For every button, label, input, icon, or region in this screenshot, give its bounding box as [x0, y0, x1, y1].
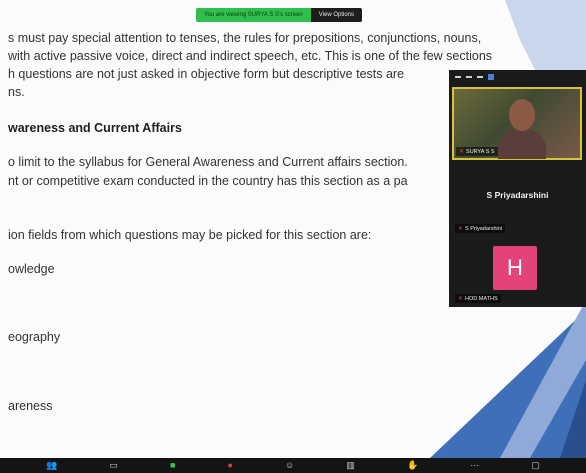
- view-options-button[interactable]: View Options: [310, 8, 363, 22]
- leave-icon[interactable]: ▢: [531, 458, 540, 473]
- meeting-toolbar: 👥 ▭ ■ ● ☺ ▥ ✋ ⋯ ▢: [0, 458, 586, 473]
- chat-icon[interactable]: ▭: [109, 458, 118, 473]
- video-tile-label: ✕ SURYA S S: [456, 147, 498, 156]
- list-item: owledge: [8, 262, 55, 276]
- share-screen-icon[interactable]: ■: [170, 458, 175, 473]
- raise-hand-icon[interactable]: ✋: [407, 458, 418, 473]
- screen-share-banner: You are viewing SURYA S S's screen View …: [196, 8, 363, 22]
- screen-share-message: You are viewing SURYA S S's screen: [196, 8, 311, 22]
- participant-small-label: ✕ S Priyadarshini: [455, 224, 506, 233]
- gallery-view-icon[interactable]: [488, 74, 494, 80]
- document-line: s must pay special attention to tenses, …: [8, 31, 482, 45]
- participant-panel: ✕ SURYA S S S Priyadarshini ✕ S Priyadar…: [449, 70, 586, 307]
- apps-icon[interactable]: ▥: [346, 458, 355, 473]
- participant-small-name: S Priyadarshini: [465, 225, 503, 232]
- document-line: ns.: [8, 85, 25, 99]
- more-icon[interactable]: ⋯: [470, 458, 479, 473]
- speaker-figure: [498, 129, 546, 159]
- document-line: nt or competitive exam conducted in the …: [8, 174, 408, 188]
- active-speaker-video[interactable]: ✕ SURYA S S: [452, 87, 582, 160]
- hod-label: ✕ HOD MATHS: [455, 294, 501, 303]
- video-tile-name: SURYA S S: [466, 148, 495, 155]
- document-line: ion fields from which questions may be p…: [8, 228, 372, 242]
- participants-icon[interactable]: 👥: [46, 458, 57, 473]
- participant-name: S Priyadarshini: [486, 190, 549, 200]
- hod-name: HOD MATHS: [465, 295, 498, 302]
- participant-avatar[interactable]: H: [493, 246, 537, 290]
- section-heading: wareness and Current Affairs: [8, 121, 182, 135]
- record-icon[interactable]: ●: [228, 458, 233, 473]
- document-line: with active passive voice, direct and in…: [8, 49, 493, 63]
- muted-mic-icon: ✕: [458, 226, 464, 232]
- minimize-icon[interactable]: [455, 76, 461, 78]
- muted-mic-icon: ✕: [458, 296, 464, 302]
- reactions-icon[interactable]: ☺: [285, 458, 294, 473]
- list-item: areness: [8, 399, 53, 413]
- list-item: eography: [8, 330, 61, 344]
- speaker-head: [509, 99, 535, 131]
- document-line: o limit to the syllabus for General Awar…: [8, 155, 408, 169]
- collapse-icon[interactable]: [466, 76, 472, 78]
- panel-controls: [449, 70, 586, 84]
- muted-mic-icon: ✕: [459, 149, 465, 155]
- document-line: h questions are not just asked in object…: [8, 67, 405, 81]
- restore-icon[interactable]: [477, 76, 483, 78]
